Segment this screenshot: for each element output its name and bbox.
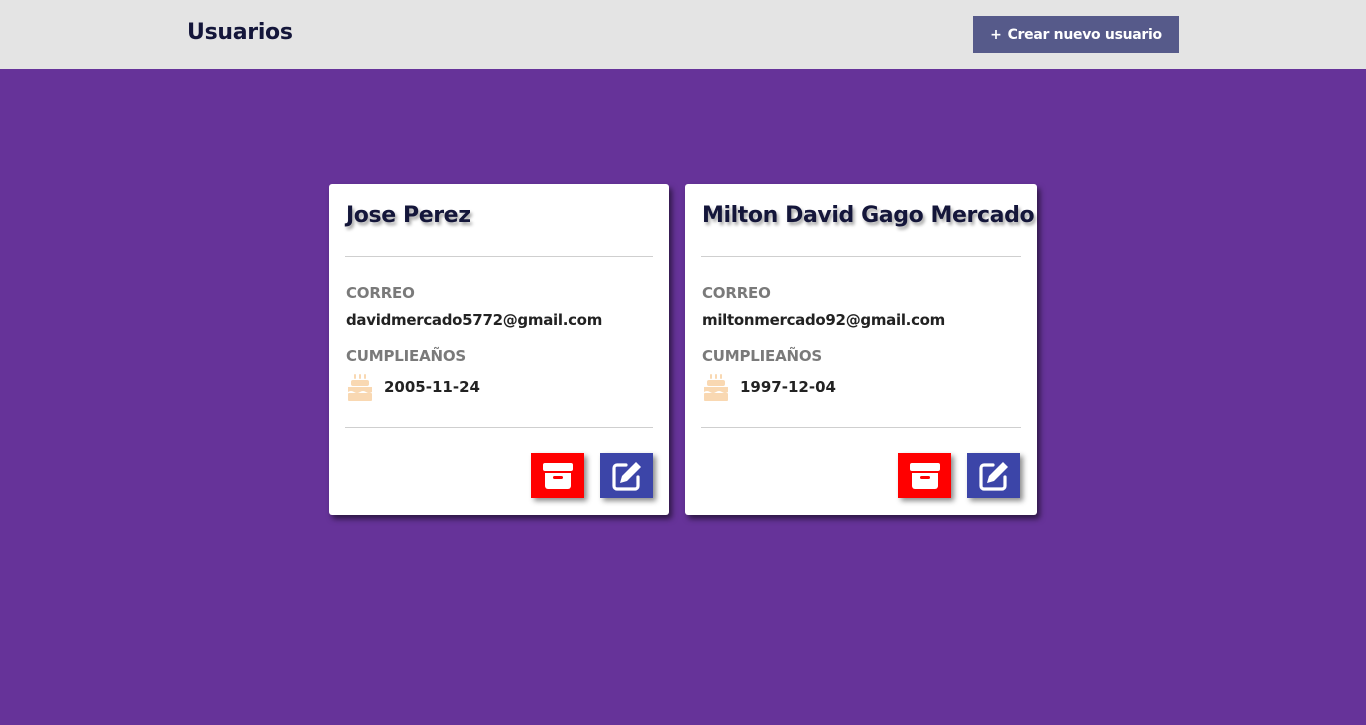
divider <box>345 256 653 257</box>
birthday-row: 2005-11-24 <box>346 372 480 402</box>
user-name: Jose Perez <box>346 203 471 228</box>
email-label: CORREO <box>346 284 415 302</box>
top-bar: Usuarios + Crear nuevo usuario <box>0 0 1366 69</box>
divider <box>701 256 1021 257</box>
email-value: miltonmercado92@gmail.com <box>702 311 945 329</box>
divider <box>345 427 653 428</box>
delete-user-button[interactable] <box>531 453 584 498</box>
birthday-value: 2005-11-24 <box>384 378 480 396</box>
delete-user-button[interactable] <box>898 453 951 498</box>
edit-user-button[interactable] <box>967 453 1020 498</box>
email-value: davidmercado5772@gmail.com <box>346 311 603 329</box>
cake-icon <box>704 374 728 401</box>
birthday-label: CUMPLIEAÑOS <box>702 347 823 365</box>
birthday-value: 1997-12-04 <box>740 378 836 396</box>
birthday-row: 1997-12-04 <box>702 372 836 402</box>
archive-box-icon <box>542 462 573 489</box>
archive-box-icon <box>909 462 940 489</box>
birthday-label: CUMPLIEAÑOS <box>346 347 467 365</box>
edit-user-button[interactable] <box>600 453 653 498</box>
create-user-button-label: Crear nuevo usuario <box>1007 26 1163 43</box>
pen-to-square-icon <box>978 461 1008 491</box>
user-card: Milton David Gago Mercado CORREO miltonm… <box>685 184 1037 515</box>
user-card: Jose Perez CORREO davidmercado5772@gmail… <box>329 184 669 515</box>
email-label: CORREO <box>702 284 771 302</box>
page-title: Usuarios <box>187 20 293 45</box>
divider <box>701 427 1021 428</box>
pen-to-square-icon <box>611 461 641 491</box>
plus-icon: + <box>990 26 1002 43</box>
create-user-button[interactable]: + Crear nuevo usuario <box>973 16 1179 53</box>
user-name: Milton David Gago Mercado <box>702 203 1035 228</box>
cake-icon <box>348 374 372 401</box>
